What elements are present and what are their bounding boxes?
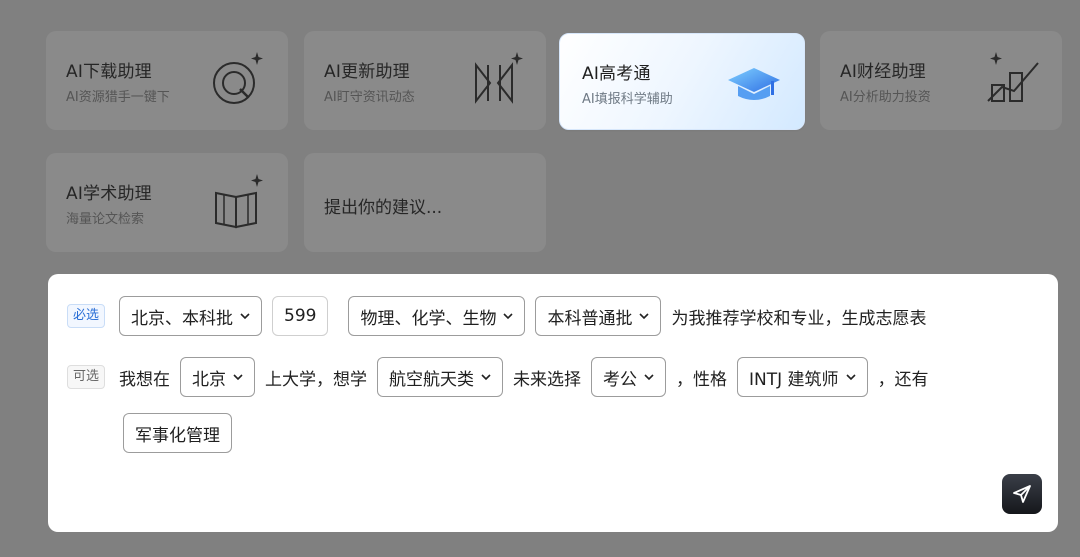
open-book-icon bbox=[215, 174, 263, 229]
card-ai-finance[interactable]: AI财经助理 AI分析助力投资 bbox=[820, 31, 1062, 130]
card-ai-academic[interactable]: AI学术助理 海量论文检索 bbox=[46, 153, 288, 252]
watch-update-icon bbox=[475, 52, 523, 104]
also-text: ，还有 bbox=[877, 369, 929, 390]
batch-value: 本科普通批 bbox=[547, 308, 633, 329]
card-title: AI财经助理 bbox=[840, 62, 926, 82]
score-value: 599 bbox=[284, 306, 317, 326]
gaokao-form-panel: 必选 北京、本科批 599 物理、化学、生物 本科普通批 为我推荐学校和专业，生… bbox=[48, 274, 1058, 532]
card-subtitle: AI填报科学辅助 bbox=[582, 92, 673, 107]
card-subtitle: AI盯守资讯动态 bbox=[324, 90, 415, 105]
card-title: AI学术助理 bbox=[66, 184, 152, 204]
magnify-target-icon bbox=[213, 52, 263, 104]
suggest-card[interactable]: 提出你的建议... bbox=[304, 153, 546, 252]
personality-select[interactable]: INTJ 建筑师 bbox=[737, 357, 868, 397]
score-input[interactable]: 599 bbox=[272, 296, 329, 336]
required-suffix-text: 为我推荐学校和专业，生成志愿表 bbox=[671, 308, 927, 329]
chevron-down-icon bbox=[233, 374, 243, 381]
future-text: 未来选择 bbox=[513, 369, 582, 390]
subjects-value: 物理、化学、生物 bbox=[360, 308, 497, 329]
chevron-down-icon bbox=[503, 313, 514, 320]
major-value: 航空航天类 bbox=[389, 369, 475, 390]
study-in-text: 我想在 bbox=[119, 369, 171, 390]
chevron-down-icon bbox=[240, 313, 250, 320]
card-title: AI高考通 bbox=[582, 64, 651, 84]
extra-value: 军事化管理 bbox=[135, 425, 220, 446]
required-tag: 必选 bbox=[67, 304, 106, 328]
batch-select[interactable]: 本科普通批 bbox=[535, 296, 662, 336]
region-select[interactable]: 北京、本科批 bbox=[119, 296, 263, 336]
major-select[interactable]: 航空航天类 bbox=[377, 357, 504, 397]
required-row: 必选 北京、本科批 599 物理、化学、生物 本科普通批 为我推荐学校和专业，生… bbox=[67, 295, 936, 337]
extra-row: 军事化管理 bbox=[123, 412, 242, 454]
extra-chip[interactable]: 军事化管理 bbox=[123, 413, 232, 453]
finance-chart-icon bbox=[987, 52, 1039, 102]
personality-text: ，性格 bbox=[676, 369, 728, 390]
college-major-text: 上大学，想学 bbox=[265, 369, 368, 390]
optional-row: 可选 我想在 北京 上大学，想学 航空航天类 未来选择 考公 ，性格 INTJ … bbox=[67, 356, 939, 398]
card-subtitle: AI资源猎手一键下 bbox=[66, 90, 170, 105]
city-select[interactable]: 北京 bbox=[180, 357, 256, 397]
send-button[interactable] bbox=[1002, 474, 1042, 514]
graduation-cap-icon bbox=[728, 68, 780, 100]
chevron-down-icon bbox=[481, 374, 491, 381]
city-value: 北京 bbox=[192, 369, 227, 390]
card-subtitle: AI分析助力投资 bbox=[840, 90, 931, 105]
career-value: 考公 bbox=[603, 369, 638, 390]
chevron-down-icon bbox=[845, 374, 856, 381]
card-ai-gaokao[interactable]: AI高考通 AI填报科学辅助 bbox=[559, 33, 805, 130]
card-ai-download[interactable]: AI下载助理 AI资源猎手一键下 bbox=[46, 31, 288, 130]
card-ai-update[interactable]: AI更新助理 AI盯守资讯动态 bbox=[304, 31, 546, 130]
card-title: AI下载助理 bbox=[66, 62, 152, 82]
send-icon bbox=[1013, 485, 1031, 503]
career-select[interactable]: 考公 bbox=[591, 357, 667, 397]
personality-value: INTJ 建筑师 bbox=[749, 369, 839, 390]
card-title: AI更新助理 bbox=[324, 62, 410, 82]
card-subtitle: 海量论文检索 bbox=[66, 212, 145, 227]
subjects-select[interactable]: 物理、化学、生物 bbox=[348, 296, 526, 336]
optional-tag: 可选 bbox=[67, 365, 106, 389]
region-value: 北京、本科批 bbox=[131, 308, 234, 329]
suggest-label: 提出你的建议... bbox=[324, 198, 443, 218]
chevron-down-icon bbox=[639, 313, 650, 320]
chevron-down-icon bbox=[644, 374, 654, 381]
